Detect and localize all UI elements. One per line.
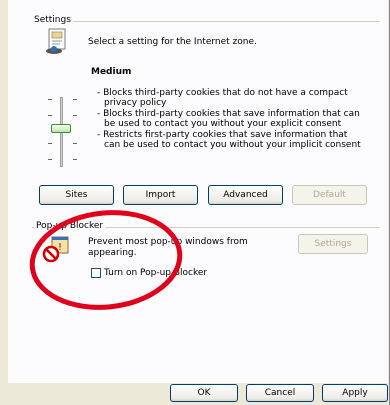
apply-button[interactable]: Apply: [322, 384, 388, 402]
cancel-button[interactable]: Cancel: [246, 384, 314, 402]
ok-button[interactable]: OK: [170, 384, 238, 402]
highlight-ellipse: [29, 210, 183, 310]
